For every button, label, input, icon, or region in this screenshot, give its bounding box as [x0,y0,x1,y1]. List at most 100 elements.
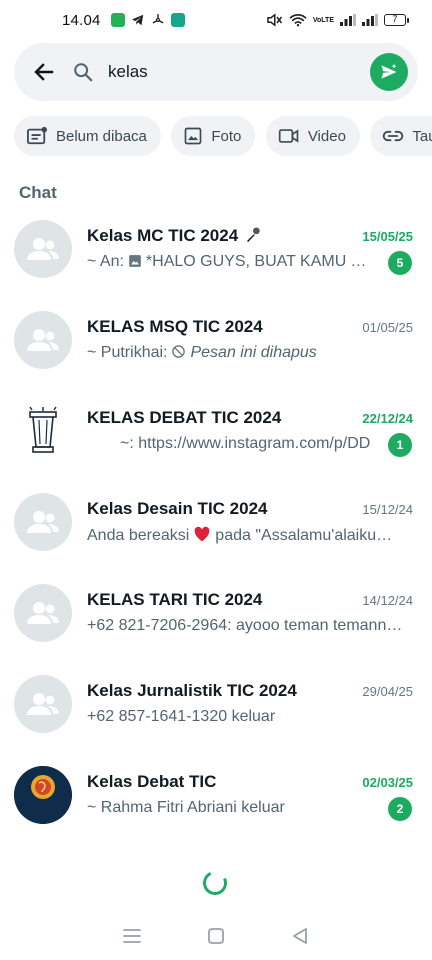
preview-sender: ~ An: [87,253,124,270]
avatar [14,402,72,460]
deleted-message-icon [172,345,186,358]
home-square-icon [208,928,224,944]
loading-spinner [199,867,231,899]
chat-date: 22/12/24 [362,411,413,426]
search-bar [14,43,418,101]
filter-chip-link[interactable]: Tautan [370,116,432,156]
photo-message-icon [129,255,141,267]
meta-ai-button[interactable] [370,53,408,91]
fan-icon [152,14,163,24]
avatar [14,311,72,369]
video-icon [278,129,299,143]
avatar [14,766,72,824]
chat-date: 01/05/25 [362,320,413,335]
chat-name: KELAS TARI TIC 2024 [87,590,262,610]
back-triangle-icon [293,928,307,944]
chat-date: 29/04/25 [362,684,413,699]
battery-icon: 7 [384,14,409,26]
home-button[interactable] [201,921,231,951]
chat-row[interactable]: KELAS DEBAT TIC 2024 22/12/24 ~: https:/… [0,396,432,487]
preview-sender: ~: [120,435,134,452]
chat-date: 02/03/25 [362,775,413,790]
filter-chip-unread[interactable]: Belum dibaca [14,116,161,156]
notification-icons [110,13,185,27]
chat-name: KELAS MSQ TIC 2024 [87,317,263,337]
filter-chip-label: Tautan [412,127,432,145]
preview-text: https://www.instagram.com/p/DD [138,435,371,452]
group-avatar-icon [27,693,59,715]
preview-text: *HALO GUYS, BUAT KAMU YANG [145,253,373,270]
chat-name: Kelas Desain TIC 2024 [87,499,267,519]
preview-text: +62 857-1641-1320 keluar [87,708,276,725]
chat-preview: ~: https://www.instagram.com/p/DD [120,435,376,453]
volte-label: VoLTE [312,16,334,24]
back-nav-button[interactable] [285,921,315,951]
microphone-emoji-icon [247,227,260,243]
podium-icon [29,406,57,453]
recents-button[interactable] [117,921,147,951]
preview-text: pada "Assalamu'alaikum wr wb [215,527,403,544]
heart-emoji-icon [194,526,210,542]
preview-text: Pesan ini dihapus [190,344,317,361]
battery-level: 7 [392,14,398,24]
chat-name-text: Kelas Jurnalistik TIC 2024 [87,681,297,700]
chat-date: 15/12/24 [362,502,413,517]
telegram-icon [131,14,143,26]
unread-filter-icon [27,126,47,145]
chat-row[interactable]: Kelas Jurnalistik TIC 2024 29/04/25 +62 … [0,669,432,760]
mute-icon [267,13,282,27]
volte-indicator: VoLTE [313,17,334,24]
chat-name-text: KELAS TARI TIC 2024 [87,590,263,609]
chat-preview: Anda bereaksi pada "Assalamu'alaikum wr w… [87,526,403,545]
chat-date: 14/12/24 [362,593,413,608]
group-avatar-icon [27,511,59,533]
chat-row[interactable]: KELAS TARI TIC 2024 14/12/24 +62 821-720… [0,578,432,669]
unread-badge: 5 [388,251,412,275]
chat-row[interactable]: Kelas MC TIC 2024 15/05/25 ~ An: *HALO GU… [0,214,432,305]
preview-text-before: Anda bereaksi [87,527,190,544]
menu-icon [123,929,141,943]
filter-chip-photo[interactable]: Foto [171,116,256,156]
chat-name-text: KELAS MSQ TIC 2024 [87,317,263,336]
chat-name-text: Kelas Debat TIC [87,772,217,791]
chat-preview: +62 857-1641-1320 keluar [87,708,403,726]
chat-name: KELAS DEBAT TIC 2024 [87,408,281,428]
filter-chip-label: Belum dibaca [56,127,147,145]
group-avatar-icon [27,329,59,351]
signal-icon [340,14,356,26]
filter-chip-label: Video [307,127,346,145]
chat-name-text: Kelas Desain TIC 2024 [87,499,268,518]
chat-row[interactable]: KELAS MSQ TIC 2024 01/05/25 ~ Putrikhai:… [0,305,432,396]
chat-preview: ~ An: *HALO GUYS, BUAT KAMU YANG [87,253,373,271]
debate-logo-icon [14,766,72,824]
chat-app-notification-icon [170,13,185,27]
chat-preview: ~ Rahma Fitri Abriani keluar [87,799,373,817]
status-time: 14.04 [62,11,101,29]
photo-icon [185,127,202,145]
search-input[interactable] [108,62,338,82]
chat-name-text: Kelas MC TIC 2024 [87,226,239,245]
avatar [14,493,72,551]
avatar [14,220,72,278]
back-arrow-icon [34,63,54,81]
chat-preview: ~ Putrikhai: Pesan ini dihapus [87,344,403,362]
preview-text: +62 821-7206-2964: ayooo teman temannya [87,617,403,634]
filter-chips: Belum dibaca Foto Video Tautan [14,116,432,156]
section-title: Chat [19,183,57,202]
group-avatar-icon [27,238,59,260]
system-nav-bar [0,912,432,960]
back-button[interactable] [18,43,70,101]
filter-chip-video[interactable]: Video [265,116,360,156]
signal-icon-2 [362,14,378,26]
chat-row[interactable]: Kelas Debat TIC 02/03/25 ~ Rahma Fitri A… [0,760,432,851]
group-avatar-icon [27,602,59,624]
app-notification-icon [110,13,125,27]
chat-preview: +62 821-7206-2964: ayooo teman temannya [87,617,403,635]
status-bar: 14.04 VoLTE 7 [0,0,432,40]
filter-chip-label: Foto [211,127,242,145]
chat-row[interactable]: Kelas Desain TIC 2024 15/12/24 Anda bere… [0,487,432,578]
avatar [14,584,72,642]
unread-badge: 1 [388,433,412,457]
unread-badge: 2 [388,797,412,821]
chat-list: Kelas MC TIC 2024 15/05/25 ~ An: *HALO GU… [0,214,432,851]
